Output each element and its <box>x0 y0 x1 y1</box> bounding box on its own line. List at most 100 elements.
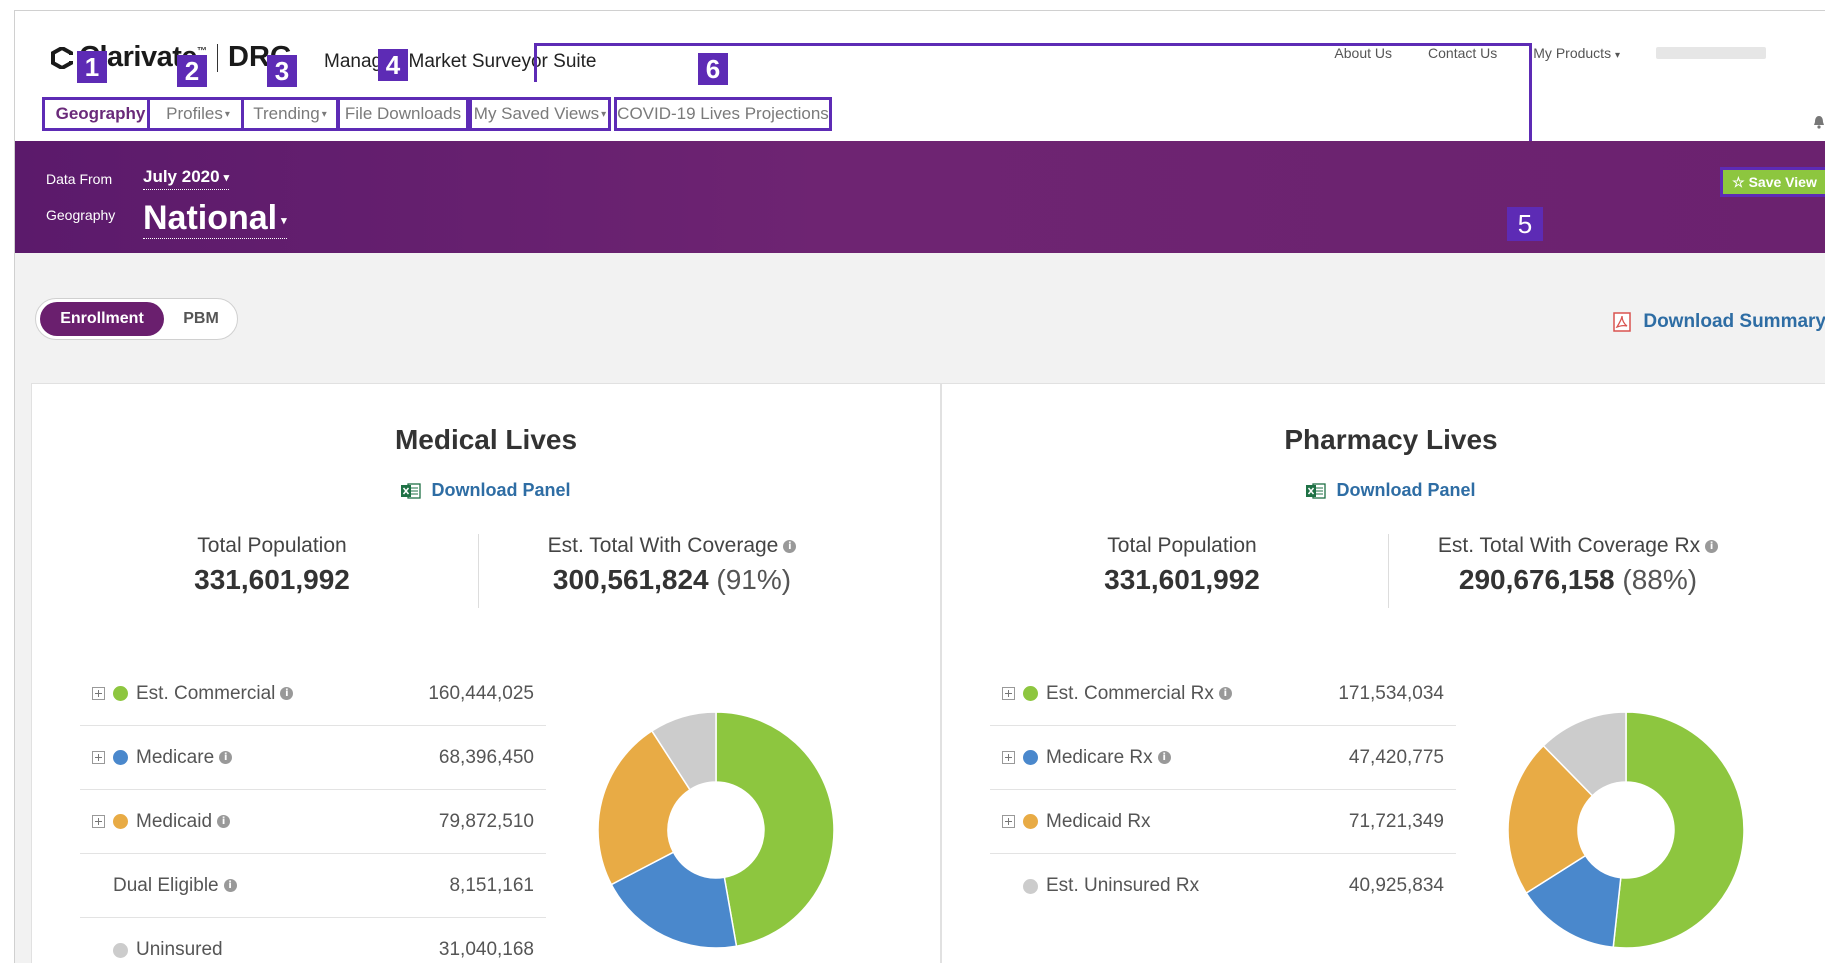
nav-geography-label: Geography <box>55 104 146 123</box>
bell-icon[interactable] <box>1812 115 1825 129</box>
expand-icon[interactable] <box>92 751 105 764</box>
top-links: About Us Contact Us My Products ▾ <box>1334 45 1766 61</box>
coverage-value-number: 290,676,158 <box>1458 564 1615 595</box>
medical-lives-donut-chart <box>597 711 835 949</box>
geography-select[interactable]: National ▾ <box>143 199 287 239</box>
legend-dot-medicaid <box>113 814 128 829</box>
list-item: Dual Eligible i 8,151,161 <box>80 854 546 918</box>
nav-covid-lives-projections[interactable]: COVID-19 Lives Projections <box>614 97 832 131</box>
info-icon[interactable]: i <box>217 815 231 828</box>
row-label: Medicare Rx <box>1046 746 1153 768</box>
coverage-label: Est. Total With Coverage Rx i <box>1408 534 1748 558</box>
total-population-value: 331,601,992 <box>194 564 350 595</box>
chevron-down-icon: ▾ <box>601 108 607 120</box>
about-us-link[interactable]: About Us <box>1334 45 1392 61</box>
medical-download-panel-link[interactable]: Download Panel <box>32 480 940 501</box>
data-from-label: Data From <box>46 171 113 187</box>
chevron-down-icon: ▾ <box>1614 50 1620 61</box>
row-value: 40,925,834 <box>1348 875 1444 896</box>
suite-title: Managed Market Surveyor Suite <box>324 51 597 72</box>
nav-my-saved-views-label: My Saved Views <box>473 104 600 123</box>
annotation-line <box>534 43 1532 46</box>
row-value: 47,420,775 <box>1348 746 1444 768</box>
my-products-menu[interactable]: My Products ▾ <box>1533 45 1620 61</box>
annotation-badge-2: 2 <box>177 55 207 87</box>
row-label: Est. Commercial Rx <box>1046 682 1214 704</box>
total-population-value: 331,601,992 <box>1104 564 1260 595</box>
annotation-badge-5: 5 <box>1507 207 1543 241</box>
nav-profiles-label: Profiles <box>166 104 223 123</box>
expand-icon[interactable] <box>92 687 105 700</box>
expand-icon[interactable] <box>92 815 105 828</box>
info-icon[interactable]: i <box>219 751 233 764</box>
expand-icon[interactable] <box>1002 751 1015 764</box>
save-view-button[interactable]: ☆ Save View <box>1720 167 1825 197</box>
geography-value: National <box>143 199 278 237</box>
list-item: Uninsured 31,040,168 <box>80 918 546 963</box>
medical-breakdown-list: Est. Commercial i 160,444,025 Medicare i 6… <box>80 662 546 963</box>
data-from-select[interactable]: July 2020 ▾ <box>143 167 230 190</box>
medical-lives-title: Medical Lives <box>394 424 578 455</box>
data-from-value: July 2020 <box>143 167 220 186</box>
pharmacy-lives-title: Pharmacy Lives <box>1284 424 1498 455</box>
app-frame: Clarivate ™ DRG Managed Market Surveyor … <box>14 10 1825 963</box>
user-name-redacted[interactable] <box>1656 47 1766 59</box>
donut-slice-est-commercial[interactable] <box>715 711 835 948</box>
legend-dot-uninsured-rx <box>1023 878 1038 894</box>
legend-dot-uninsured <box>113 942 128 958</box>
row-value: 68,396,450 <box>438 746 534 768</box>
toggle-pbm[interactable]: PBM <box>166 302 236 336</box>
excel-icon <box>401 482 422 499</box>
chevron-down-icon: ▾ <box>224 108 230 120</box>
coverage-label-text: Est. Total With Coverage Rx <box>1437 534 1701 557</box>
nav-covid-label: COVID-19 Lives Projections <box>617 104 829 123</box>
info-icon[interactable]: i <box>280 687 294 700</box>
coverage-percent: (88%) <box>1622 564 1698 595</box>
list-item: Est. Commercial i 160,444,025 <box>80 662 546 726</box>
excel-icon <box>1306 482 1327 499</box>
medical-total-coverage: Est. Total With Coverage i 300,561,824 (9… <box>502 534 842 596</box>
row-label: Medicaid <box>136 810 213 832</box>
row-value: 160,444,025 <box>428 682 534 704</box>
row-label: Est. Uninsured Rx <box>1046 875 1200 896</box>
nav-trending[interactable]: Trending ▾ <box>241 97 339 131</box>
info-icon[interactable]: i <box>1218 687 1232 700</box>
expand-icon[interactable] <box>1002 815 1015 828</box>
pharmacy-total-coverage: Est. Total With Coverage Rx i 290,676,158… <box>1408 534 1748 596</box>
stat-divider <box>1388 534 1389 608</box>
top-header: Clarivate ™ DRG Managed Market Surveyor … <box>15 11 1825 143</box>
medical-download-label: Download Panel <box>431 480 571 500</box>
download-summary-link[interactable]: Download Summary <box>1613 311 1825 333</box>
expand-icon[interactable] <box>1002 687 1015 700</box>
info-icon[interactable]: i <box>1157 751 1171 764</box>
annotation-badge-3: 3 <box>267 55 297 87</box>
nav-file-downloads[interactable]: File Downloads <box>337 97 469 131</box>
annotation-badge-6: 6 <box>698 53 728 85</box>
coverage-value-number: 300,561,824 <box>552 564 709 595</box>
list-item: Medicaid Rx 71,721,349 <box>990 790 1456 854</box>
toggle-enrollment[interactable]: Enrollment <box>40 302 164 336</box>
row-label: Medicare <box>136 746 215 768</box>
contact-us-link[interactable]: Contact Us <box>1428 45 1497 61</box>
list-item: Medicare i 68,396,450 <box>80 726 546 790</box>
nav-profiles[interactable]: Profiles ▾ <box>147 97 249 131</box>
coverage-value: 290,676,158 (88%) <box>1408 564 1748 596</box>
row-label: Dual Eligible <box>113 874 219 896</box>
coverage-label-text: Est. Total With Coverage <box>547 534 779 557</box>
row-label: Est. Commercial <box>136 682 276 704</box>
nav-my-saved-views[interactable]: My Saved Views ▾ <box>469 97 611 131</box>
list-item: Medicaid i 79,872,510 <box>80 790 546 854</box>
info-icon[interactable]: i <box>1705 539 1719 553</box>
pharmacy-download-panel-link[interactable]: Download Panel <box>942 480 1825 501</box>
annotation-badge-4: 4 <box>378 49 408 81</box>
geography-label: Geography <box>46 207 116 223</box>
info-icon[interactable]: i <box>223 879 237 892</box>
annotation-line <box>534 44 537 82</box>
donut-slice-est-commercial-rx[interactable] <box>1612 711 1745 949</box>
nav-geography[interactable]: Geography <box>42 97 159 131</box>
legend-dot-medicaid-rx <box>1023 814 1038 829</box>
info-icon[interactable]: i <box>783 539 797 553</box>
pharmacy-lives-donut-chart <box>1507 711 1745 949</box>
row-value: 8,151,161 <box>449 874 534 896</box>
coverage-percent: (91%) <box>716 564 792 595</box>
